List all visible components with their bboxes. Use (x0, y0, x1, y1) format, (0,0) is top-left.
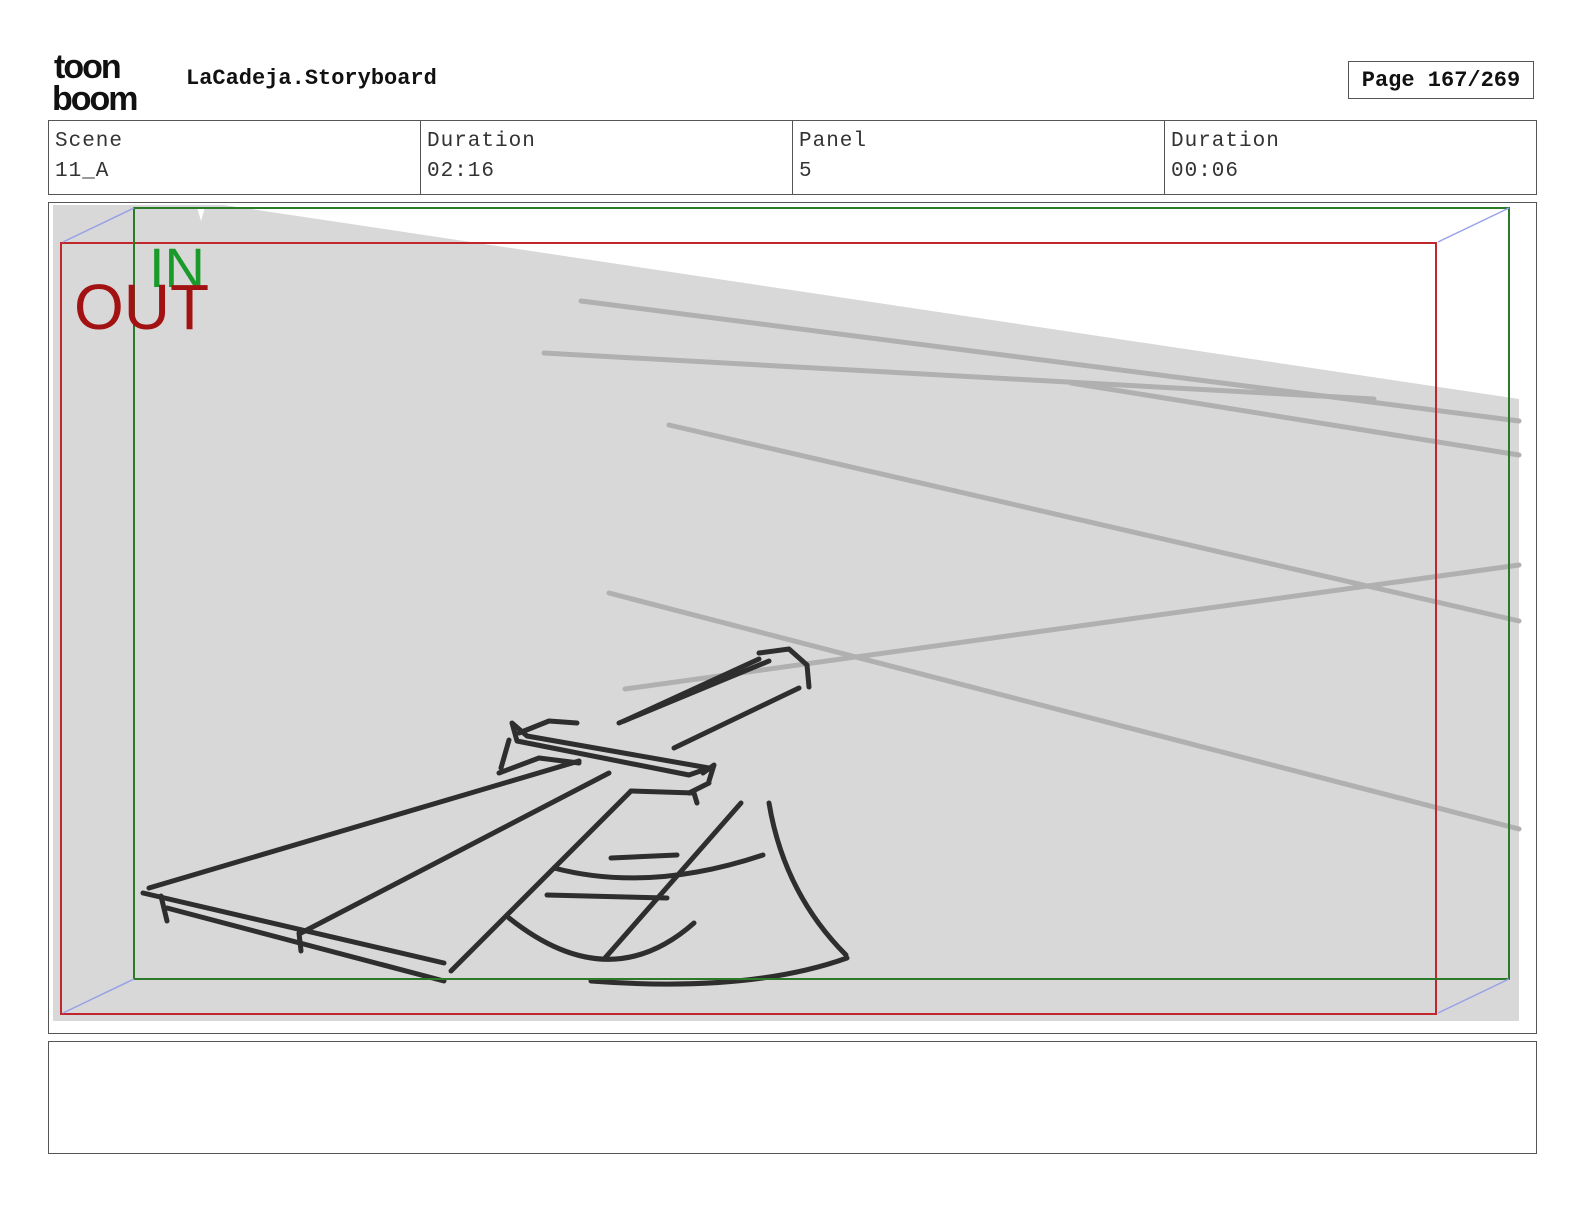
toonboom-logo: toon boom (52, 50, 139, 112)
scene-value: 11_A (55, 160, 110, 183)
panel-cell: Panel 5 (793, 121, 1165, 194)
panel-duration-label: Duration (1171, 130, 1280, 153)
scene-label: Scene (55, 130, 124, 153)
panel-label: Panel (799, 130, 868, 153)
scene-info-bar: Scene 11_A Duration 02:16 Panel 5 Durati… (48, 120, 1537, 195)
panel-value: 5 (799, 160, 813, 183)
page-number: Page 167/269 (1348, 61, 1534, 99)
panel-caption (48, 1041, 1537, 1154)
scene-cell: Scene 11_A (49, 121, 421, 194)
panel-duration-cell: Duration 00:06 (1165, 121, 1536, 194)
scene-duration-value: 02:16 (427, 160, 496, 183)
scene-duration-cell: Duration 02:16 (421, 121, 793, 194)
out-label: OUT (74, 271, 209, 343)
storyboard-panel: IN OUT (48, 202, 1537, 1034)
panel-artwork: IN OUT (53, 205, 1522, 1021)
scene-duration-label: Duration (427, 130, 536, 153)
logo-line-2: boom (52, 80, 137, 112)
panel-duration-value: 00:06 (1171, 160, 1240, 183)
project-title: LaCadeja.Storyboard (186, 66, 437, 91)
